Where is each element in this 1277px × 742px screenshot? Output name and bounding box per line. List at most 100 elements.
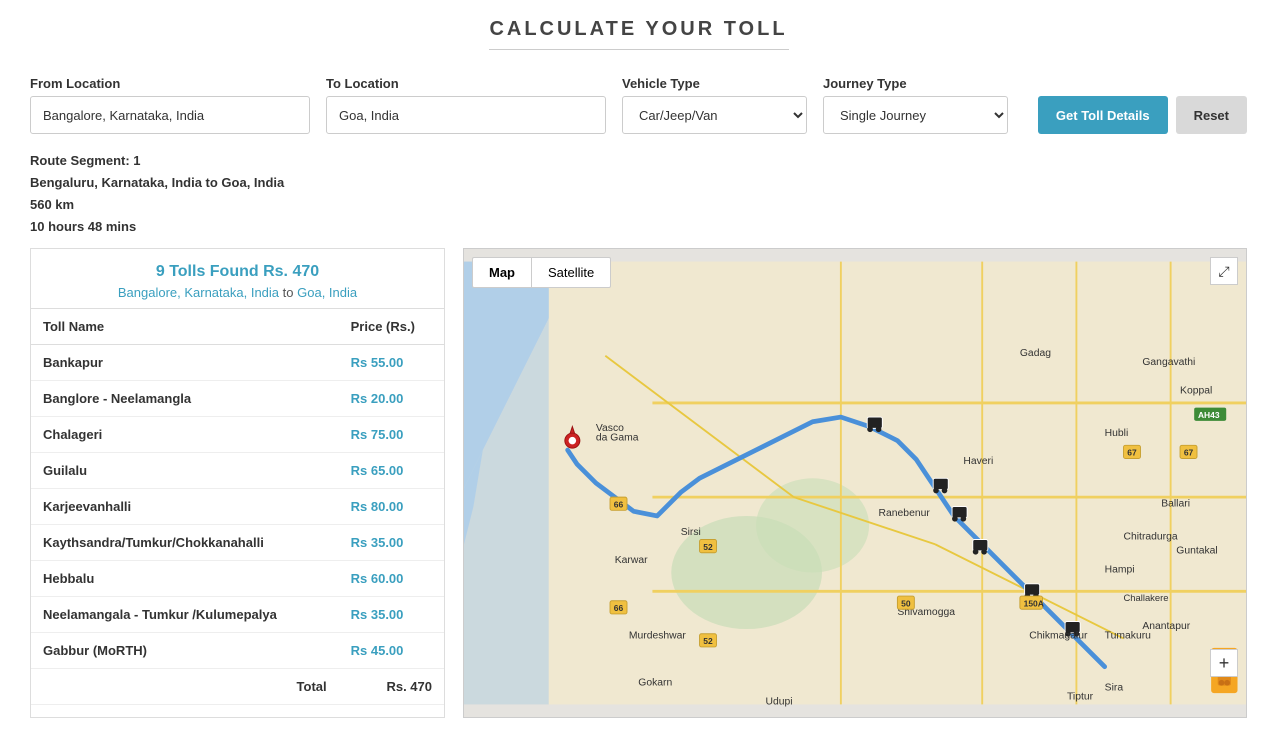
journey-type-group: Journey Type Single Journey Round Trip <box>823 76 1008 134</box>
toll-price-cell: Rs 45.00 <box>339 633 444 669</box>
satellite-button[interactable]: Satellite <box>531 257 611 288</box>
toll-name-cell: Gabbur (MoRTH) <box>31 633 339 669</box>
svg-text:Challakere: Challakere <box>1124 592 1169 603</box>
route-distance: 560 km <box>30 194 1247 216</box>
col-toll-price: Price (Rs.) <box>339 309 444 345</box>
svg-text:150A: 150A <box>1024 599 1044 609</box>
table-row: Bankapur Rs 55.00 <box>31 345 444 381</box>
toll-route-separator: to <box>283 285 297 300</box>
from-location-group: From Location <box>30 76 310 134</box>
table-row: Chalageri Rs 75.00 <box>31 417 444 453</box>
action-buttons: Get Toll Details Reset <box>1038 96 1247 134</box>
svg-text:Karwar: Karwar <box>615 555 648 566</box>
svg-text:Koppal: Koppal <box>1180 386 1212 397</box>
toll-name-cell: Chalageri <box>31 417 339 453</box>
toll-name-cell: Bankapur <box>31 345 339 381</box>
toll-name-cell: Neelamangala - Tumkur /Kulumepalya <box>31 597 339 633</box>
to-label: To Location <box>326 76 606 91</box>
route-duration: 10 hours 48 mins <box>30 216 1247 238</box>
toll-price-cell: Rs 75.00 <box>339 417 444 453</box>
route-info-section: Route Segment: 1 Bengaluru, Karnataka, I… <box>0 144 1277 248</box>
svg-text:67: 67 <box>1127 448 1137 458</box>
svg-text:Hubli: Hubli <box>1105 428 1129 439</box>
header-divider <box>489 49 789 50</box>
svg-text:AH43: AH43 <box>1198 410 1220 420</box>
reset-button[interactable]: Reset <box>1176 96 1247 134</box>
toll-table-header: Toll Name Price (Rs.) <box>31 309 444 345</box>
table-row: Karjeevanhalli Rs 80.00 <box>31 489 444 525</box>
svg-text:Sirsi: Sirsi <box>681 527 701 538</box>
route-segment: Route Segment: 1 <box>30 150 1247 172</box>
toll-route-from: Bangalore, Karnataka, India <box>118 285 279 300</box>
table-row: Neelamangala - Tumkur /Kulumepalya Rs 35… <box>31 597 444 633</box>
toll-price-cell: Rs 60.00 <box>339 561 444 597</box>
svg-text:Gangavathi: Gangavathi <box>1142 358 1195 369</box>
svg-text:da Gama: da Gama <box>596 433 639 444</box>
toll-name-cell: Kaythsandra/Tumkur/Chokkanahalli <box>31 525 339 561</box>
svg-text:66: 66 <box>614 604 624 614</box>
page-header: CALCULATE YOUR TOLL <box>0 0 1277 60</box>
zoom-in-button[interactable]: + <box>1210 649 1238 677</box>
svg-text:Chitradurga: Chitradurga <box>1124 532 1178 543</box>
svg-text:66: 66 <box>614 500 624 510</box>
svg-text:Sira: Sira <box>1105 683 1124 694</box>
total-amount: Rs. 470 <box>339 669 444 705</box>
fullscreen-icon: ⤢ <box>1218 263 1229 280</box>
svg-text:Haveri: Haveri <box>963 457 993 468</box>
journey-label: Journey Type <box>823 76 1008 91</box>
map-controls: Map Satellite <box>472 257 611 288</box>
get-toll-button[interactable]: Get Toll Details <box>1038 96 1168 134</box>
svg-text:Ballari: Ballari <box>1161 499 1190 510</box>
svg-text:Guntakal: Guntakal <box>1176 546 1217 557</box>
svg-text:52: 52 <box>703 636 713 646</box>
table-row: Gabbur (MoRTH) Rs 45.00 <box>31 633 444 669</box>
zoom-in-icon: + <box>1219 653 1230 674</box>
table-row: Banglore - Neelamangla Rs 20.00 <box>31 381 444 417</box>
vehicle-type-group: Vehicle Type Car/Jeep/Van Truck Bus Two … <box>622 76 807 134</box>
toll-route-description: Bangalore, Karnataka, India to Goa, Indi… <box>41 285 434 300</box>
vehicle-select[interactable]: Car/Jeep/Van Truck Bus Two Wheeler <box>622 96 807 134</box>
svg-text:Anantapur: Anantapur <box>1142 621 1190 632</box>
toll-name-cell: Karjeevanhalli <box>31 489 339 525</box>
route-path: Bengaluru, Karnataka, India to Goa, Indi… <box>30 172 1247 194</box>
svg-text:Tiptur: Tiptur <box>1067 692 1094 703</box>
from-input[interactable] <box>30 96 310 134</box>
table-row: Kaythsandra/Tumkur/Chokkanahalli Rs 35.0… <box>31 525 444 561</box>
toll-table: Toll Name Price (Rs.) Bankapur Rs 55.00 … <box>31 309 444 705</box>
main-content: 9 Tolls Found Rs. 470 Bangalore, Karnata… <box>0 248 1277 738</box>
svg-text:Murdeshwar: Murdeshwar <box>629 631 687 642</box>
search-form: From Location To Location Vehicle Type C… <box>0 60 1277 144</box>
toll-name-cell: Guilalu <box>31 453 339 489</box>
toll-name-cell: Banglore - Neelamangla <box>31 381 339 417</box>
svg-text:52: 52 <box>703 542 713 552</box>
toll-price-cell: Rs 35.00 <box>339 525 444 561</box>
total-label: Total <box>31 669 339 705</box>
svg-text:Chikmagalur: Chikmagalur <box>1029 631 1088 642</box>
fullscreen-button[interactable]: ⤢ <box>1210 257 1238 285</box>
to-location-group: To Location <box>326 76 606 134</box>
toll-price-cell: Rs 80.00 <box>339 489 444 525</box>
toll-name-cell: Hebbalu <box>31 561 339 597</box>
to-input[interactable] <box>326 96 606 134</box>
toll-route-to: Goa, India <box>297 285 357 300</box>
vehicle-label: Vehicle Type <box>622 76 807 91</box>
svg-text:Gokarn: Gokarn <box>638 678 672 689</box>
svg-text:Tumakuru: Tumakuru <box>1105 631 1151 642</box>
toll-price-cell: Rs 55.00 <box>339 345 444 381</box>
toll-total-row: Total Rs. 470 <box>31 669 444 705</box>
svg-text:67: 67 <box>1184 448 1194 458</box>
map-panel: Map Satellite ⤢ <box>463 248 1247 718</box>
toll-price-cell: Rs 20.00 <box>339 381 444 417</box>
page-title: CALCULATE YOUR TOLL <box>0 18 1277 41</box>
map-svg: Hubli Gadag Gangavathi Koppal Shivamogga… <box>464 249 1246 717</box>
svg-text:Hampi: Hampi <box>1105 565 1135 576</box>
col-toll-name: Toll Name <box>31 309 339 345</box>
toll-summary: 9 Tolls Found Rs. 470 Bangalore, Karnata… <box>31 249 444 309</box>
svg-text:50: 50 <box>901 599 911 609</box>
tolls-found-text: 9 Tolls Found Rs. 470 <box>41 263 434 281</box>
map-button[interactable]: Map <box>472 257 531 288</box>
journey-select[interactable]: Single Journey Round Trip <box>823 96 1008 134</box>
table-row: Guilalu Rs 65.00 <box>31 453 444 489</box>
toll-price-cell: Rs 65.00 <box>339 453 444 489</box>
from-label: From Location <box>30 76 310 91</box>
